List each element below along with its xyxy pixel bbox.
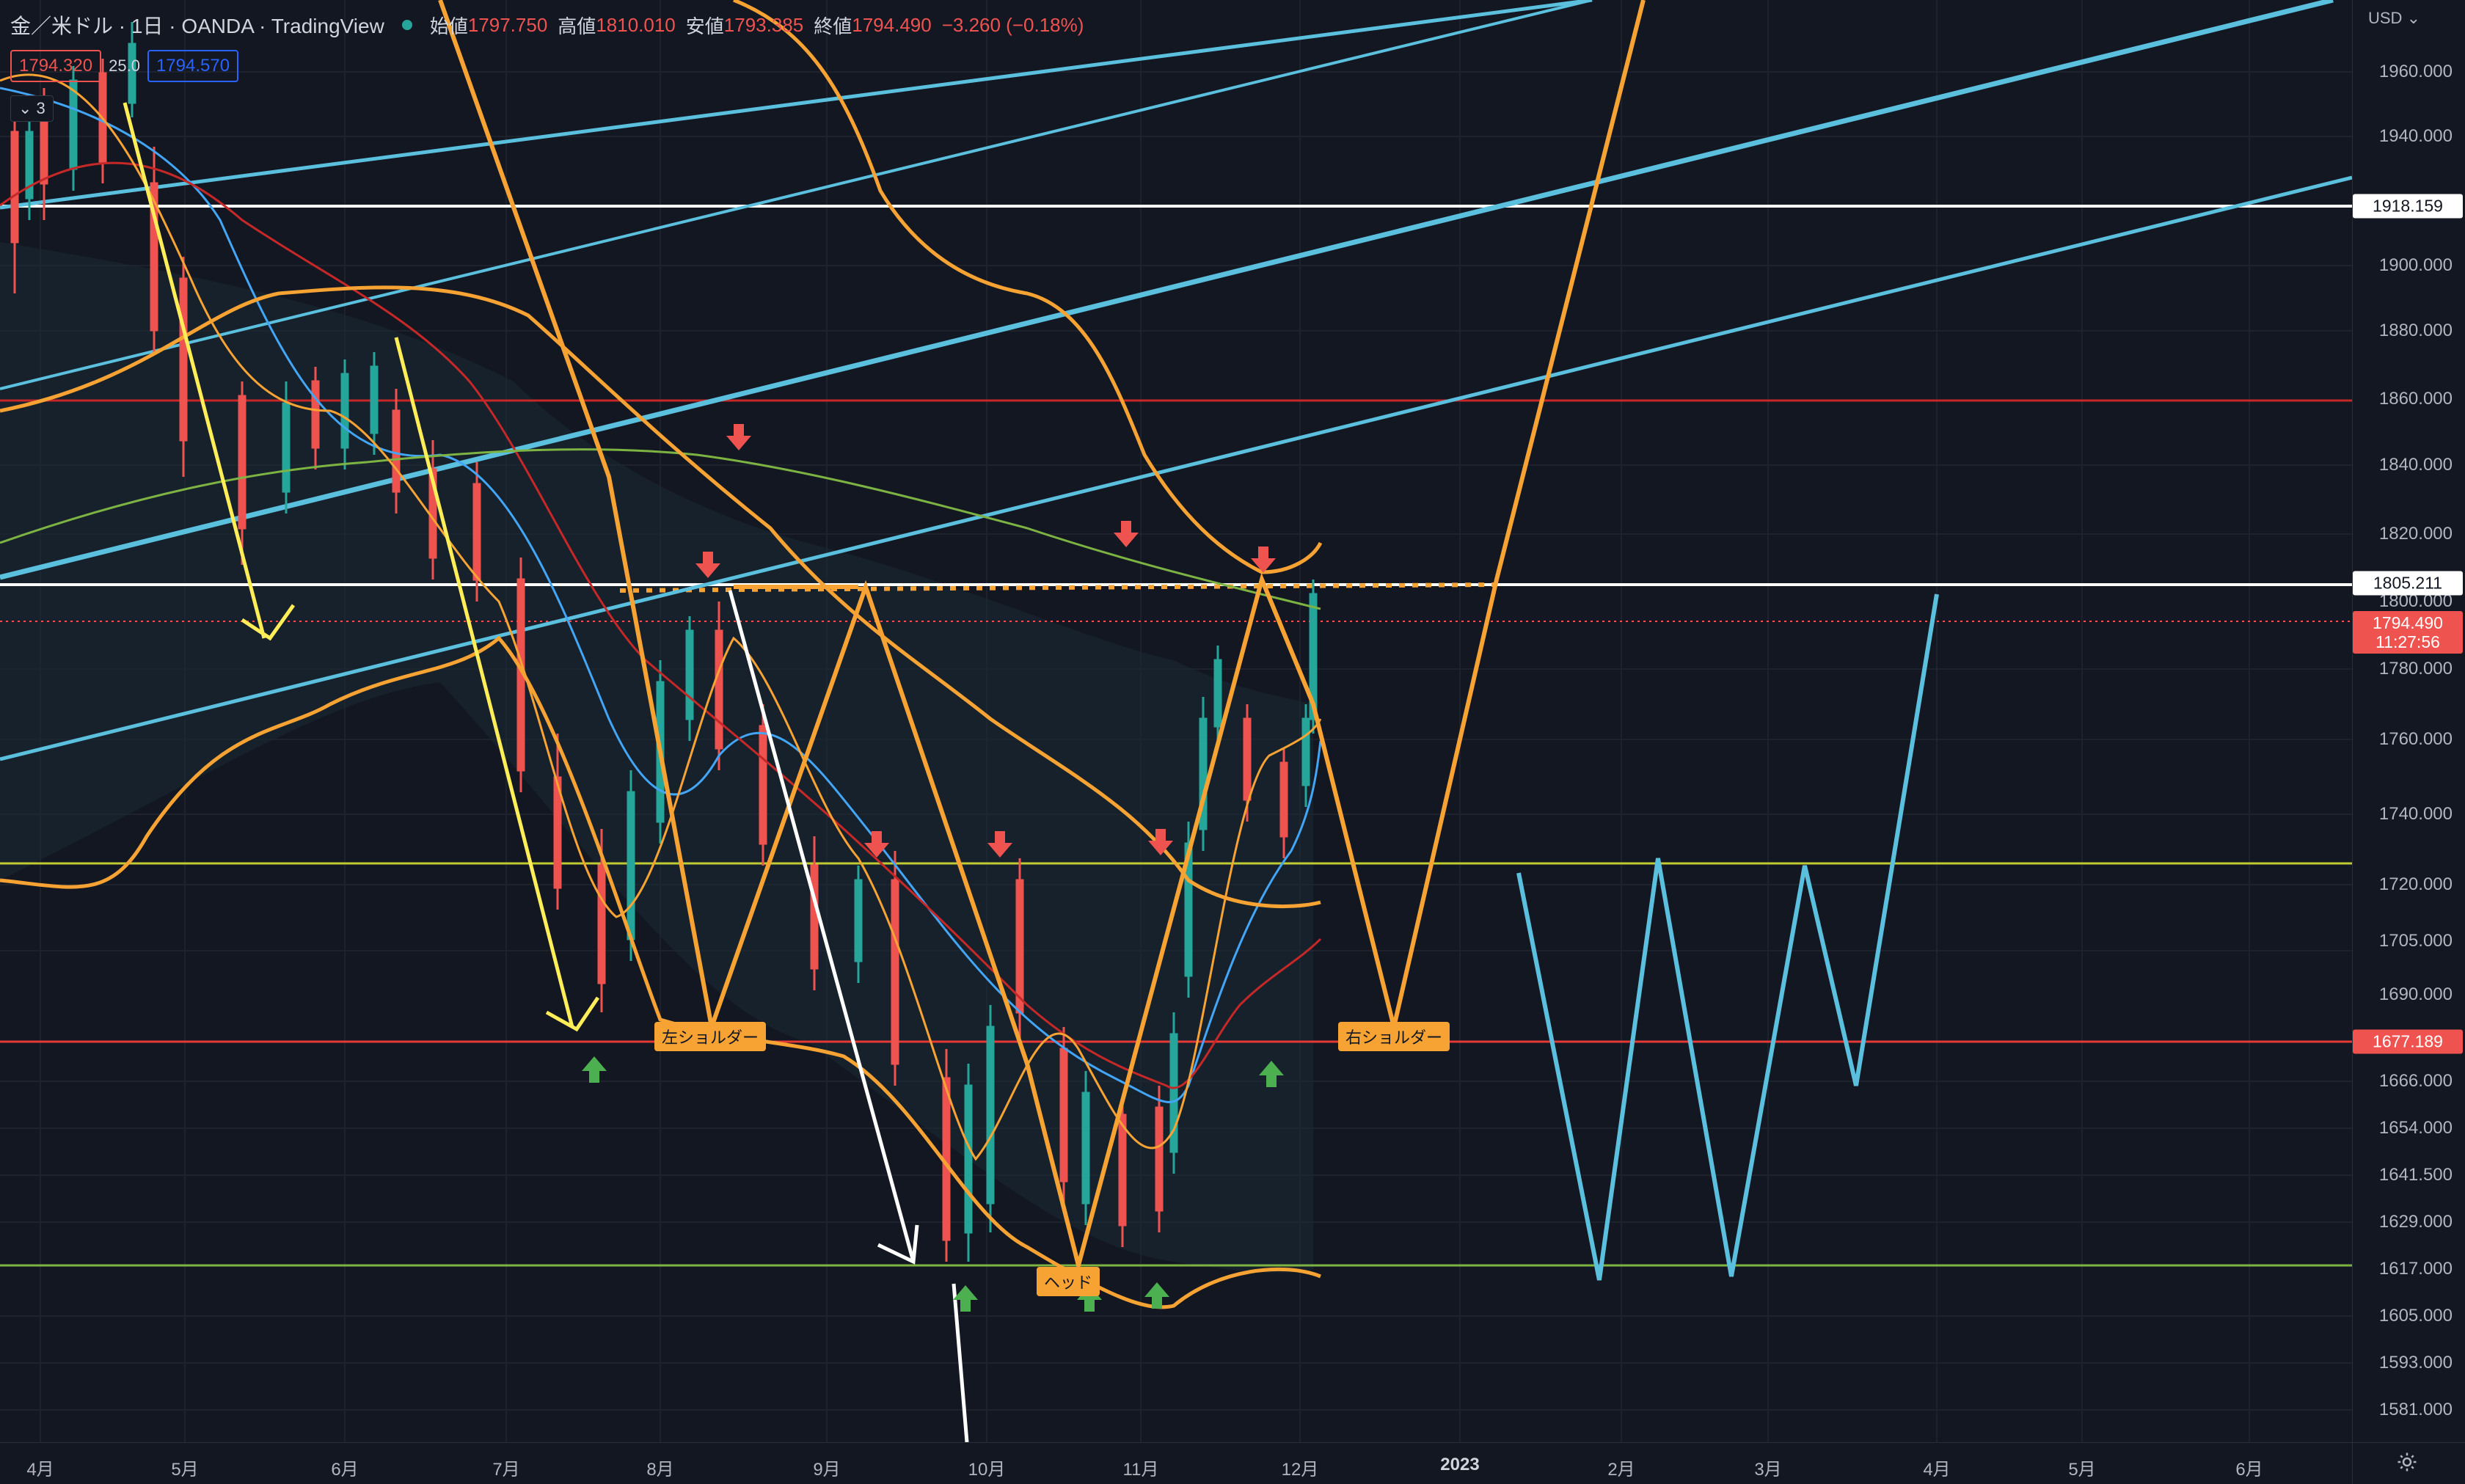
high-value: 1810.010 <box>596 13 676 36</box>
price-tick: 1880.000 <box>2378 321 2453 340</box>
price-tick: 1605.000 <box>2378 1306 2453 1326</box>
price-tick: 1780.000 <box>2378 659 2453 679</box>
change-value: −3.260 (−0.18%) <box>941 13 1084 36</box>
time-axis[interactable]: 4月 5月 6月 7月 8月 9月 10月 11月 12月 2023 2月 3月… <box>0 1442 2352 1484</box>
bollinger-outer <box>733 0 1323 574</box>
chevron-down-icon: ⌄ <box>2402 9 2420 27</box>
price-tick: 1740.000 <box>2378 804 2453 824</box>
price-tick: 1690.000 <box>2378 984 2453 1004</box>
currency-label: USD <box>2368 9 2403 27</box>
low-value: 1793.385 <box>723 13 804 36</box>
price-tick: 1720.000 <box>2378 874 2453 894</box>
support-price-label: 1677.189 <box>2353 1029 2463 1054</box>
time-tick: 5月 <box>171 1460 199 1480</box>
spread-value: 25.0 <box>109 56 140 75</box>
head-label: ヘッド <box>1036 1267 1100 1296</box>
quote-row: 1794.320 25.0 1794.570 <box>10 50 239 82</box>
indicator-count: 3 <box>36 99 45 117</box>
price-tick: 1860.000 <box>2378 389 2453 409</box>
current-price-value: 1794.490 <box>2373 613 2443 632</box>
low-label: 安値 <box>685 15 724 37</box>
price-tick: 1654.000 <box>2378 1118 2453 1138</box>
resistance-price-label: 1918.159 <box>2353 194 2463 219</box>
price-tick: 1666.000 <box>2378 1071 2453 1091</box>
neckline-price-label: 1805.211 <box>2353 571 2463 596</box>
time-tick: 9月 <box>813 1460 841 1480</box>
time-tick: 8月 <box>646 1460 674 1480</box>
market-status-icon <box>401 20 412 30</box>
price-tick: 1840.000 <box>2378 455 2453 475</box>
time-tick: 3月 <box>1754 1460 1782 1480</box>
left-shoulder-label: 左ショルダー <box>654 1022 767 1051</box>
gear-icon[interactable] <box>2396 1451 2418 1473</box>
price-axis[interactable]: 1960.000 1940.000 1900.000 1880.000 1860… <box>2352 0 2465 1442</box>
price-tick: 1940.000 <box>2378 126 2453 146</box>
price-tick: 1705.000 <box>2378 931 2453 951</box>
time-tick: 6月 <box>2235 1460 2263 1480</box>
bar-countdown: 11:27:56 <box>2375 632 2440 651</box>
price-tick: 1617.000 <box>2378 1259 2453 1279</box>
bid-button[interactable]: 1794.320 <box>10 50 102 82</box>
ask-button[interactable]: 1794.570 <box>147 50 239 82</box>
time-tick: 12月 <box>1281 1460 1319 1480</box>
price-tick: 1820.000 <box>2378 524 2453 544</box>
time-tick: 6月 <box>331 1460 359 1480</box>
axis-corner <box>2352 1442 2465 1484</box>
time-tick: 4月 <box>1923 1460 1951 1480</box>
high-label: 高値 <box>558 15 596 37</box>
chart-canvas[interactable] <box>0 0 2352 1442</box>
open-value: 1797.750 <box>467 13 548 36</box>
price-tick: 1760.000 <box>2378 729 2453 749</box>
close-value: 1794.490 <box>852 13 932 36</box>
time-tick: 2月 <box>1607 1460 1635 1480</box>
time-tick: 7月 <box>492 1460 520 1480</box>
price-tick: 1960.000 <box>2378 62 2453 81</box>
right-shoulder-label: 右ショルダー <box>1337 1022 1450 1051</box>
currency-selector[interactable]: USD ⌄ <box>2368 9 2420 28</box>
indicators-collapse-button[interactable]: ⌄ 3 <box>10 95 54 122</box>
current-price-label: 1794.490 11:27:56 <box>2353 611 2463 654</box>
price-tick: 1900.000 <box>2378 255 2453 275</box>
w-projection <box>1516 593 1939 1281</box>
price-tick: 1641.500 <box>2378 1165 2453 1185</box>
close-label: 終値 <box>814 15 852 37</box>
price-tick: 1581.000 <box>2378 1400 2453 1419</box>
price-tick: 1593.000 <box>2378 1353 2453 1372</box>
time-tick: 5月 <box>2068 1460 2096 1480</box>
chart-legend: 金／米ドル · 1日 · OANDA · TradingView 始値 1797.… <box>10 10 1084 40</box>
price-tick: 1629.000 <box>2378 1212 2453 1232</box>
symbol-title[interactable]: 金／米ドル · 1日 · OANDA · TradingView <box>10 10 384 40</box>
time-tick: 10月 <box>968 1460 1006 1480</box>
chevron-down-icon: ⌄ <box>18 99 37 117</box>
open-label: 始値 <box>429 15 468 37</box>
time-tick-year: 2023 <box>1440 1455 1480 1474</box>
time-tick: 11月 <box>1122 1460 1159 1480</box>
time-tick: 4月 <box>26 1460 54 1480</box>
